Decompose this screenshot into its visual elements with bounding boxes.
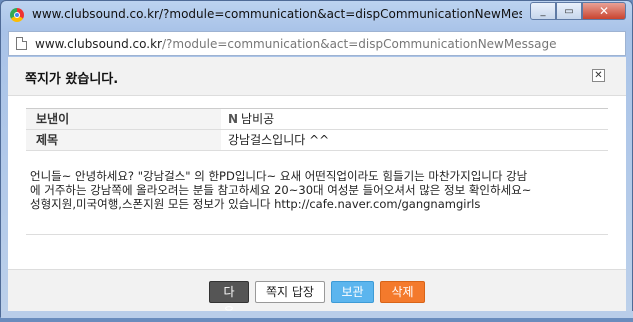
url-text[interactable]: www.clubsound.co.kr/?module=communicatio… bbox=[35, 37, 556, 51]
sender-name: 남비공 bbox=[241, 112, 275, 126]
address-bar[interactable]: www.clubsound.co.kr/?module=communicatio… bbox=[8, 31, 626, 56]
url-host: www.clubsound.co.kr bbox=[35, 37, 162, 51]
dialog-title: 쪽지가 왔습니다. bbox=[25, 72, 119, 87]
dialog-footer: 다음 쪽지 답장 보관 삭제 bbox=[8, 269, 626, 319]
minimize-button[interactable]: _ bbox=[530, 2, 556, 20]
sender-label: 보낸이 bbox=[26, 109, 221, 129]
maximize-button[interactable]: ▭ bbox=[556, 2, 582, 20]
naver-badge-icon: N bbox=[228, 112, 239, 126]
close-window-button[interactable]: ✕ bbox=[582, 2, 626, 20]
chrome-icon bbox=[10, 8, 24, 22]
sender-value[interactable]: N 남비공 bbox=[228, 109, 274, 129]
page-icon bbox=[16, 37, 27, 50]
close-dialog-button[interactable]: ✕ bbox=[592, 69, 605, 82]
next-button[interactable]: 다음 bbox=[209, 281, 249, 319]
reply-button[interactable]: 쪽지 답장 bbox=[255, 281, 325, 303]
dialog-header: 쪽지가 왔습니다. ✕ bbox=[8, 57, 626, 96]
message-body: 언니들~ 안녕하세요? "강남걸스" 의 한PD입니다~ 요새 어떤직업이라도 … bbox=[26, 162, 608, 235]
button-group: 다음 쪽지 답장 보관 삭제 bbox=[209, 281, 425, 319]
message-info-table: 보낸이 N 남비공 제목 강남걸스입니다 ^^ bbox=[26, 108, 608, 151]
message-text: 언니들~ 안녕하세요? "강남걸스" 의 한PD입니다~ 요새 어떤직업이라도 … bbox=[30, 169, 532, 211]
subject-row: 제목 강남걸스입니다 ^^ bbox=[26, 130, 608, 151]
window-controls: _ ▭ ✕ bbox=[530, 2, 626, 20]
sender-row: 보낸이 N 남비공 bbox=[26, 109, 608, 130]
url-path: /?module=communication&act=dispCommunica… bbox=[161, 37, 557, 51]
browser-window: www.clubsound.co.kr/?module=communicatio… bbox=[0, 0, 633, 319]
page-content: 쪽지가 왔습니다. ✕ 보낸이 N 남비공 제목 강남걸스입니다 ^^ 언니들~ … bbox=[8, 57, 626, 319]
title-bar[interactable]: www.clubsound.co.kr/?module=communicatio… bbox=[1, 1, 632, 29]
subject-label: 제목 bbox=[26, 130, 221, 150]
subject-value: 강남걸스입니다 ^^ bbox=[228, 133, 330, 147]
delete-button[interactable]: 삭제 bbox=[380, 281, 425, 303]
save-button[interactable]: 보관 bbox=[331, 281, 374, 303]
window-title: www.clubsound.co.kr/?module=communicatio… bbox=[32, 7, 522, 21]
